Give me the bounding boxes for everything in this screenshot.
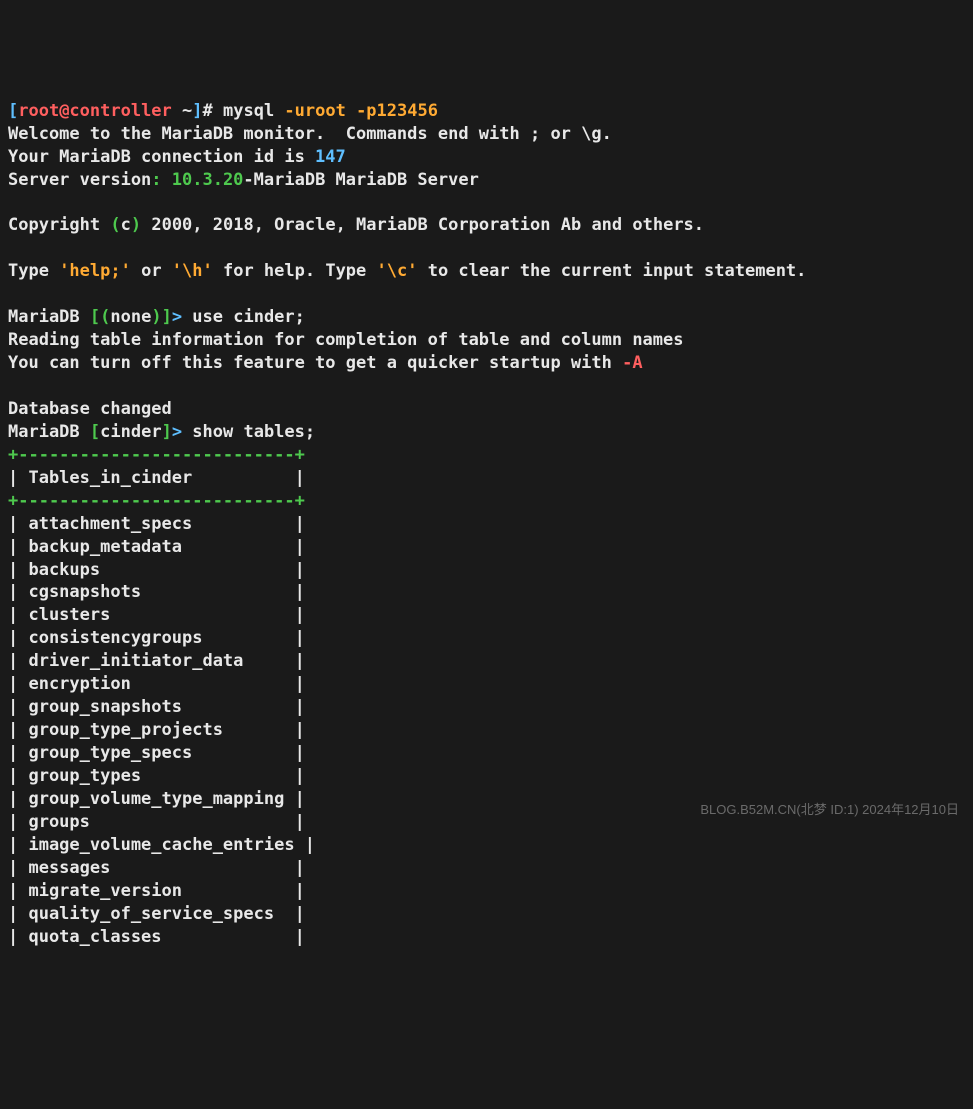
table-row: | group_types | [8,766,305,786]
terminal-output[interactable]: [root@controller ~]# mysql -uroot -p1234… [8,100,965,949]
reading-info-line-1: Reading table information for completion… [8,330,684,350]
help-token-3: '\c' [377,261,418,281]
table-row: | image_volume_cache_entries | [8,835,315,855]
command-use-cinder: use cinder; [192,307,305,327]
table-row: | quota_classes | [8,927,305,947]
reading-flag-a: -A [622,353,642,373]
table-row: | group_type_specs | [8,743,305,763]
table-row: | groups | [8,812,305,832]
connection-id: 147 [315,147,346,167]
table-border-mid: +---------------------------+ [8,491,305,511]
welcome-line-1: Welcome to the MariaDB monitor. Commands… [8,124,612,144]
help-mid: for help. Type [213,261,377,281]
table-row: | group_type_projects | [8,720,305,740]
mariadb-prompt-bracket-open-2: [ [90,422,100,442]
help-or: or [131,261,172,281]
table-row: | encryption | [8,674,305,694]
prompt-hash: # [203,101,223,121]
table-row: | group_snapshots | [8,697,305,717]
table-row: | driver_initiator_data | [8,651,305,671]
table-row: | backups | [8,560,305,580]
table-row: | consistencygroups | [8,628,305,648]
server-version-label: Server version [8,170,151,190]
welcome-line-2a: Your MariaDB connection id is [8,147,315,167]
help-prefix: Type [8,261,59,281]
database-changed: Database changed [8,399,172,419]
prompt-user-host: root@controller [18,101,172,121]
mariadb-prompt-bracket-close-2: ] [162,422,172,442]
prompt-bracket-open: [ [8,101,18,121]
copyright-text: 2000, 2018, Oracle, MariaDB Corporation … [141,215,704,235]
table-border-top: +---------------------------+ [8,445,305,465]
mariadb-prompt-db-none: none [110,307,151,327]
table-row: | messages | [8,858,305,878]
mariadb-prompt-gt-2: > [172,422,192,442]
help-token-1: 'help;' [59,261,131,281]
mariadb-prompt-label: MariaDB [8,307,90,327]
table-header: | Tables_in_cinder | [8,468,305,488]
table-row: | quality_of_service_specs | [8,904,305,924]
help-suffix: to clear the current input statement. [417,261,806,281]
mariadb-prompt-label-2: MariaDB [8,422,90,442]
table-row: | backup_metadata | [8,537,305,557]
table-row: | group_volume_type_mapping | [8,789,305,809]
command-args: -uroot -p123456 [284,101,438,121]
prompt-tilde: ~ [172,101,192,121]
table-row: | cgsnapshots | [8,582,305,602]
copyright-c: c [121,215,131,235]
copyright-paren-close: ) [131,215,141,235]
table-row: | clusters | [8,605,305,625]
help-token-2: '\h' [172,261,213,281]
mariadb-prompt-bracket-open: [( [90,307,110,327]
table-row: | migrate_version | [8,881,305,901]
mariadb-prompt-bracket-close: )] [151,307,171,327]
table-row: | attachment_specs | [8,514,305,534]
mariadb-prompt-db-cinder: cinder [100,422,161,442]
watermark-text: BLOG.B52M.CN(北梦 ID:1) 2024年12月10日 [700,801,959,819]
server-version-suffix: -MariaDB MariaDB Server [243,170,478,190]
server-version-number: : 10.3.20 [151,170,243,190]
command-show-tables: show tables; [192,422,315,442]
copyright-paren-open: ( [110,215,120,235]
prompt-bracket-close: ] [192,101,202,121]
command-mysql: mysql [223,101,284,121]
reading-info-line-2a: You can turn off this feature to get a q… [8,353,622,373]
copyright-prefix: Copyright [8,215,110,235]
mariadb-prompt-gt: > [172,307,192,327]
